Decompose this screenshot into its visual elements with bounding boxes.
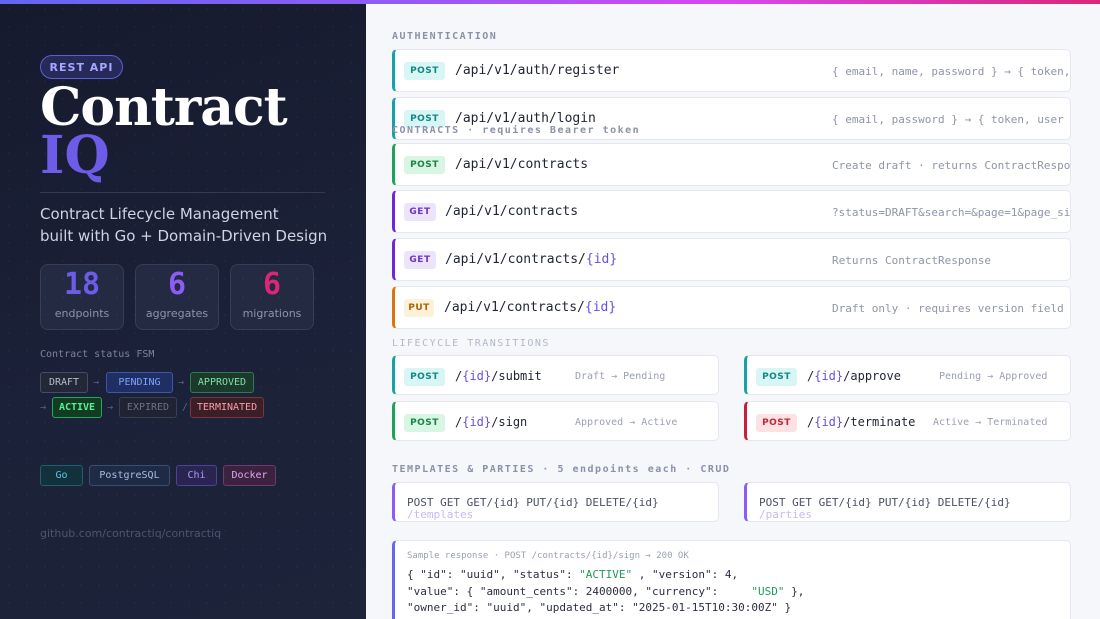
method-post: POST: [404, 156, 445, 174]
stat-aggregates-label: aggregates: [145, 307, 209, 320]
tech-postgresql: PostgreSQL: [89, 465, 170, 486]
endpoint-description: Returns ContractResponse: [832, 254, 991, 267]
tech-docker: Docker: [223, 465, 276, 486]
transition-path: /{id}/terminate: [807, 415, 916, 429]
transition-submit[interactable]: POST /{id}/submit Draft → Pending: [392, 355, 719, 395]
endpoint-path: /api/v1/auth/register: [455, 63, 620, 78]
method-post: POST: [404, 414, 445, 432]
transition-path: /{id}/sign: [455, 415, 528, 429]
transition-path: /{id}/submit: [455, 369, 542, 383]
state-active: ACTIVE: [52, 397, 102, 418]
hero-subtitle: Contract Lifecycle Management built with…: [40, 203, 327, 247]
method-post: POST: [404, 62, 445, 80]
stat-endpoints-label: endpoints: [54, 307, 110, 320]
fsm-slash: /: [182, 402, 189, 413]
transition-path: /{id}/approve: [807, 369, 901, 383]
method-post: POST: [404, 368, 445, 386]
crud-parties[interactable]: POST GET GET/{id} PUT/{id} DELETE/{id} /…: [744, 482, 1071, 522]
sample-response-title: Sample response · POST /contracts/{id}/s…: [407, 551, 689, 561]
transition-description: Pending → Approved: [939, 371, 1048, 382]
transition-sign[interactable]: POST /{id}/sign Approved → Active: [392, 401, 719, 441]
endpoint-list-contracts[interactable]: GET /api/v1/contracts ?status=DRAFT&sear…: [392, 190, 1071, 233]
stat-migrations-label: migrations: [242, 307, 302, 320]
code-line-3: "owner_id": "uuid", "updated_at": "2025-…: [407, 601, 792, 614]
tech-go: Go: [40, 465, 83, 486]
fsm-arrow: →: [40, 402, 47, 413]
endpoint-path: /api/v1/contracts: [455, 157, 589, 172]
method-post: POST: [756, 368, 797, 386]
hero-divider: [40, 192, 325, 193]
crud-resource: /parties: [759, 508, 812, 521]
transition-terminate[interactable]: POST /{id}/terminate Active → Terminated: [744, 401, 1071, 441]
stat-migrations: 6 migrations: [230, 264, 314, 330]
endpoints-panel: AUTHENTICATION POST /api/v1/auth/registe…: [366, 0, 1100, 619]
sample-response: Sample response · POST /contracts/{id}/s…: [392, 540, 1071, 619]
fsm-arrow: →: [178, 377, 185, 388]
crud-templates[interactable]: POST GET GET/{id} PUT/{id} DELETE/{id} /…: [392, 482, 719, 522]
subtitle-line-2: built with Go + Domain-Driven Design: [40, 227, 328, 245]
endpoint-path: /api/v1/contracts/{id}: [445, 252, 618, 267]
endpoint-description: Create draft · returns ContractResponse: [832, 159, 1071, 172]
endpoint-path: /api/v1/contracts: [445, 204, 579, 219]
state-pending: PENDING: [106, 372, 173, 393]
subtitle-line-1: Contract Lifecycle Management: [40, 205, 279, 223]
fsm-title: Contract status FSM: [40, 349, 155, 360]
state-draft: DRAFT: [40, 372, 88, 393]
fsm-arrow: →: [107, 402, 114, 413]
title-iq: IQ: [40, 125, 110, 186]
endpoint-update-contract[interactable]: PUT /api/v1/contracts/{id} Draft only · …: [392, 286, 1071, 329]
method-get: GET: [404, 203, 436, 221]
stat-aggregates-value: 6: [167, 267, 187, 302]
top-gradient-bar: [0, 0, 1100, 4]
endpoint-description: Draft only · requires version field: [832, 302, 1064, 315]
stat-endpoints-value: 18: [63, 267, 101, 302]
method-post: POST: [756, 414, 797, 432]
stat-endpoints: 18 endpoints: [40, 264, 124, 330]
endpoint-register[interactable]: POST /api/v1/auth/register { email, name…: [392, 49, 1071, 92]
transition-description: Draft → Pending: [575, 371, 666, 382]
state-expired: EXPIRED: [119, 397, 177, 418]
endpoint-path: /api/v1/auth/login: [455, 111, 596, 126]
method-put: PUT: [404, 299, 434, 317]
endpoint-description: ?status=DRAFT&search=&page=1&page_size=2…: [832, 206, 1071, 219]
transition-description: Active → Terminated: [933, 417, 1048, 428]
endpoint-description: { email, name, password } → { token, use…: [832, 65, 1071, 78]
endpoint-create-contract[interactable]: POST /api/v1/contracts Create draft · re…: [392, 143, 1071, 186]
section-contracts: CONTRACTS · requires Bearer token: [392, 125, 641, 136]
transition-approve[interactable]: POST /{id}/approve Pending → Approved: [744, 355, 1071, 395]
stat-migrations-value: 6: [262, 267, 282, 302]
section-templates-parties: TEMPLATES & PARTIES · 5 endpoints each ·…: [392, 464, 731, 475]
method-get: GET: [404, 251, 436, 269]
tech-chi: Chi: [176, 465, 217, 486]
code-line-1: { "id": "uuid", "status": "ACTIVE" , "ve…: [407, 568, 739, 581]
rest-api-badge: REST API: [40, 55, 123, 79]
section-authentication: AUTHENTICATION: [392, 31, 498, 42]
fsm-arrow: →: [93, 377, 100, 388]
endpoint-get-contract[interactable]: GET /api/v1/contracts/{id} Returns Contr…: [392, 238, 1071, 281]
github-link[interactable]: github.com/contractiq/contractiq: [40, 527, 221, 540]
endpoint-description: { email, password } → { token, user }: [832, 113, 1071, 126]
hero-panel: REST API Contract IQ Contract Lifecycle …: [0, 0, 366, 619]
endpoint-path: /api/v1/contracts/{id}: [444, 300, 617, 315]
crud-resource: /templates: [407, 508, 474, 521]
section-lifecycle: LIFECYCLE TRANSITIONS: [392, 338, 550, 349]
stat-aggregates: 6 aggregates: [135, 264, 219, 330]
transition-description: Approved → Active: [575, 417, 678, 428]
state-approved: APPROVED: [190, 372, 254, 393]
state-terminated: TERMINATED: [190, 397, 264, 418]
code-line-2: "value": { "amount_cents": 2400000, "cur…: [407, 585, 805, 598]
